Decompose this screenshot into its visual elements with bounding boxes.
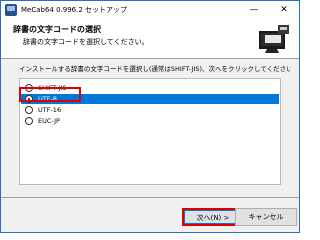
radio-button[interactable]	[25, 117, 33, 125]
encoding-listbox[interactable]: SHIFT-JIS UTF-8 UTF-16 EUC-JP	[19, 78, 281, 185]
page-title: 辞書の文字コードの選択	[13, 25, 101, 34]
option-euc-jp[interactable]: EUC-JP	[21, 116, 279, 126]
window-title: MeCab64 0.996.2 セットアップ	[21, 6, 128, 14]
option-label: UTF-16	[38, 106, 62, 114]
setup-window: MeCab64 0.996.2 セットアップ — ✕ 辞書の文字コードの選択 辞…	[0, 0, 300, 233]
radio-button-checked[interactable]	[25, 95, 33, 103]
page-subtitle: 辞書の文字コードを選択してください。	[23, 38, 149, 46]
computer-installer-icon	[259, 25, 289, 53]
radio-button[interactable]	[25, 84, 33, 92]
footer-divider	[1, 197, 299, 198]
wizard-header: 辞書の文字コードの選択 辞書の文字コードを選択してください。	[1, 19, 299, 59]
title-bar[interactable]: MeCab64 0.996.2 セットアップ — ✕	[1, 1, 299, 19]
option-utf-8[interactable]: UTF-8	[21, 94, 279, 104]
close-button[interactable]: ✕	[269, 1, 299, 19]
option-utf-16[interactable]: UTF-16	[21, 105, 279, 115]
radio-button[interactable]	[25, 106, 33, 114]
cancel-button[interactable]: キャンセル	[235, 208, 297, 226]
option-label: SHIFT-JIS	[38, 84, 67, 92]
option-label: EUC-JP	[38, 117, 60, 125]
option-shift-jis[interactable]: SHIFT-JIS	[21, 83, 279, 93]
instruction-text: インストールする辞書の文字コードを選択し(通常はSHIFT-JIS)、次へをクリ…	[19, 65, 291, 73]
app-icon	[5, 4, 17, 16]
minimize-button[interactable]: —	[239, 1, 269, 19]
option-label: UTF-8	[38, 95, 57, 103]
